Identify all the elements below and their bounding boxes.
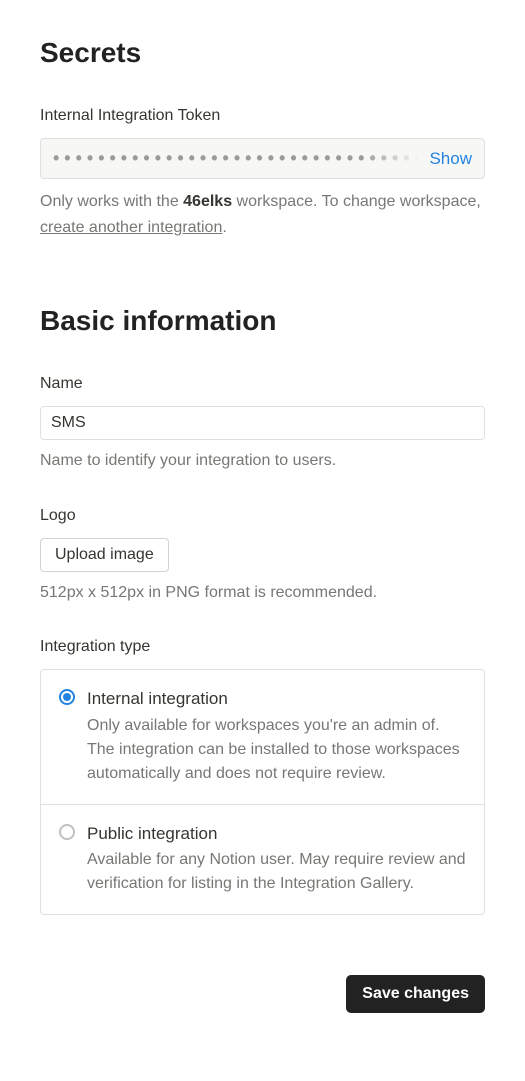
actions-row: Save changes [40,975,485,1013]
token-masked-value: ••••••••••••••••••••••••••••••••••••••••… [53,145,419,172]
type-label: Integration type [40,635,485,659]
create-integration-link[interactable]: create another integration [40,219,222,236]
radio-desc-public: Available for any Notion user. May requi… [87,848,466,896]
name-help: Name to identify your integration to use… [40,448,485,474]
radio-indicator [59,689,75,705]
logo-label: Logo [40,504,485,528]
upload-image-button[interactable]: Upload image [40,538,169,572]
basic-info-section: Basic information Name Name to identify … [40,300,485,915]
basic-info-heading: Basic information [40,300,485,342]
logo-help: 512px x 512px in PNG format is recommend… [40,580,485,606]
secrets-heading: Secrets [40,32,485,74]
save-button[interactable]: Save changes [346,975,485,1013]
radio-option-public[interactable]: Public integration Available for any Not… [41,804,484,915]
radio-title-internal: Internal integration [87,686,466,712]
name-label: Name [40,372,485,396]
token-field: ••••••••••••••••••••••••••••••••••••••••… [40,138,485,179]
show-token-button[interactable]: Show [419,149,472,169]
radio-desc-internal: Only available for workspaces you're an … [87,714,466,786]
radio-title-public: Public integration [87,821,466,847]
name-input[interactable] [40,406,485,440]
secrets-section: Secrets Internal Integration Token •••••… [40,32,485,240]
token-label: Internal Integration Token [40,104,485,128]
radio-indicator [59,824,75,840]
workspace-name: 46elks [183,193,232,210]
radio-option-internal[interactable]: Internal integration Only available for … [41,670,484,804]
integration-type-radio-group: Internal integration Only available for … [40,669,485,915]
token-help-text: Only works with the 46elks workspace. To… [40,189,485,240]
logo-field-group: Logo Upload image 512px x 512px in PNG f… [40,504,485,606]
type-field-group: Integration type Internal integration On… [40,635,485,915]
name-field-group: Name Name to identify your integration t… [40,372,485,474]
